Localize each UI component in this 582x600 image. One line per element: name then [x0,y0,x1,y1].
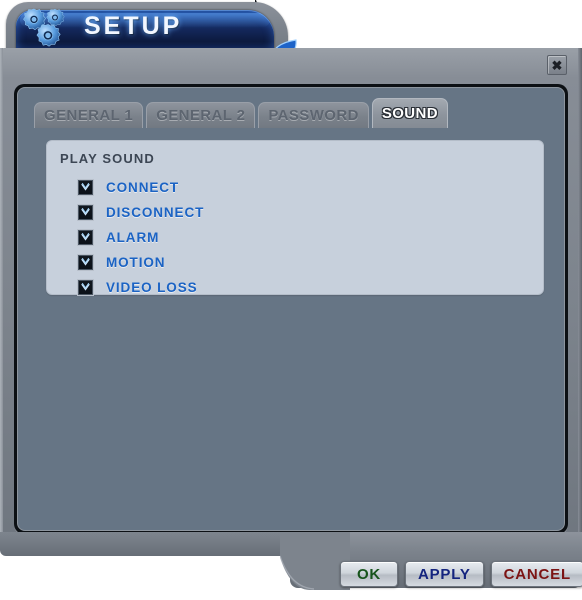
sound-option-label: MOTION [106,255,166,270]
checkbox-checked-icon[interactable] [77,279,94,296]
content-well: GENERAL 1 GENERAL 2 PASSWORD SOUND PLAY … [14,84,568,534]
checkbox-checked-icon[interactable] [77,254,94,271]
frame-right-bevel [578,48,582,548]
page-title: SETUP [84,12,183,40]
sound-option-connect[interactable]: CONNECT [77,175,517,200]
checkbox-checked-icon[interactable] [77,229,94,246]
setup-window: SETUP ✖ GENERAL 1 GENERAL 2 PASSWORD SOU… [0,0,582,600]
play-sound-group: PLAY SOUND CONNECT DISCONNECT ALARM MOTI… [46,140,544,296]
checkbox-checked-icon[interactable] [77,179,94,196]
content-area: GENERAL 1 GENERAL 2 PASSWORD SOUND PLAY … [17,87,565,531]
gears-icon [23,8,65,47]
close-icon[interactable]: ✖ [547,55,567,75]
sound-option-video-loss[interactable]: VIDEO LOSS [77,275,517,300]
sound-option-label: ALARM [106,230,160,245]
sound-option-label: DISCONNECT [106,205,205,220]
apply-button[interactable]: APPLY [405,561,484,587]
group-title: PLAY SOUND [60,151,155,166]
ok-button[interactable]: OK [340,561,398,587]
footer-button-row: OK APPLY CANCEL [340,561,582,587]
footer-left-edge [0,532,320,556]
cancel-button[interactable]: CANCEL [490,561,582,587]
sound-option-label: VIDEO LOSS [106,280,198,295]
tab-strip: GENERAL 1 GENERAL 2 PASSWORD SOUND [34,98,448,128]
sound-option-alarm[interactable]: ALARM [77,225,517,250]
tab-general-2[interactable]: GENERAL 2 [146,102,256,128]
frame-left-bevel [0,48,3,548]
sound-option-disconnect[interactable]: DISCONNECT [77,200,517,225]
checkbox-checked-icon[interactable] [77,204,94,221]
sound-option-label: CONNECT [106,180,180,195]
sound-option-motion[interactable]: MOTION [77,250,517,275]
tab-password[interactable]: PASSWORD [258,102,369,128]
tab-sound[interactable]: SOUND [371,98,448,128]
tab-general-1[interactable]: GENERAL 1 [34,102,144,128]
sound-option-list: CONNECT DISCONNECT ALARM MOTION VIDEO LO… [77,175,517,300]
